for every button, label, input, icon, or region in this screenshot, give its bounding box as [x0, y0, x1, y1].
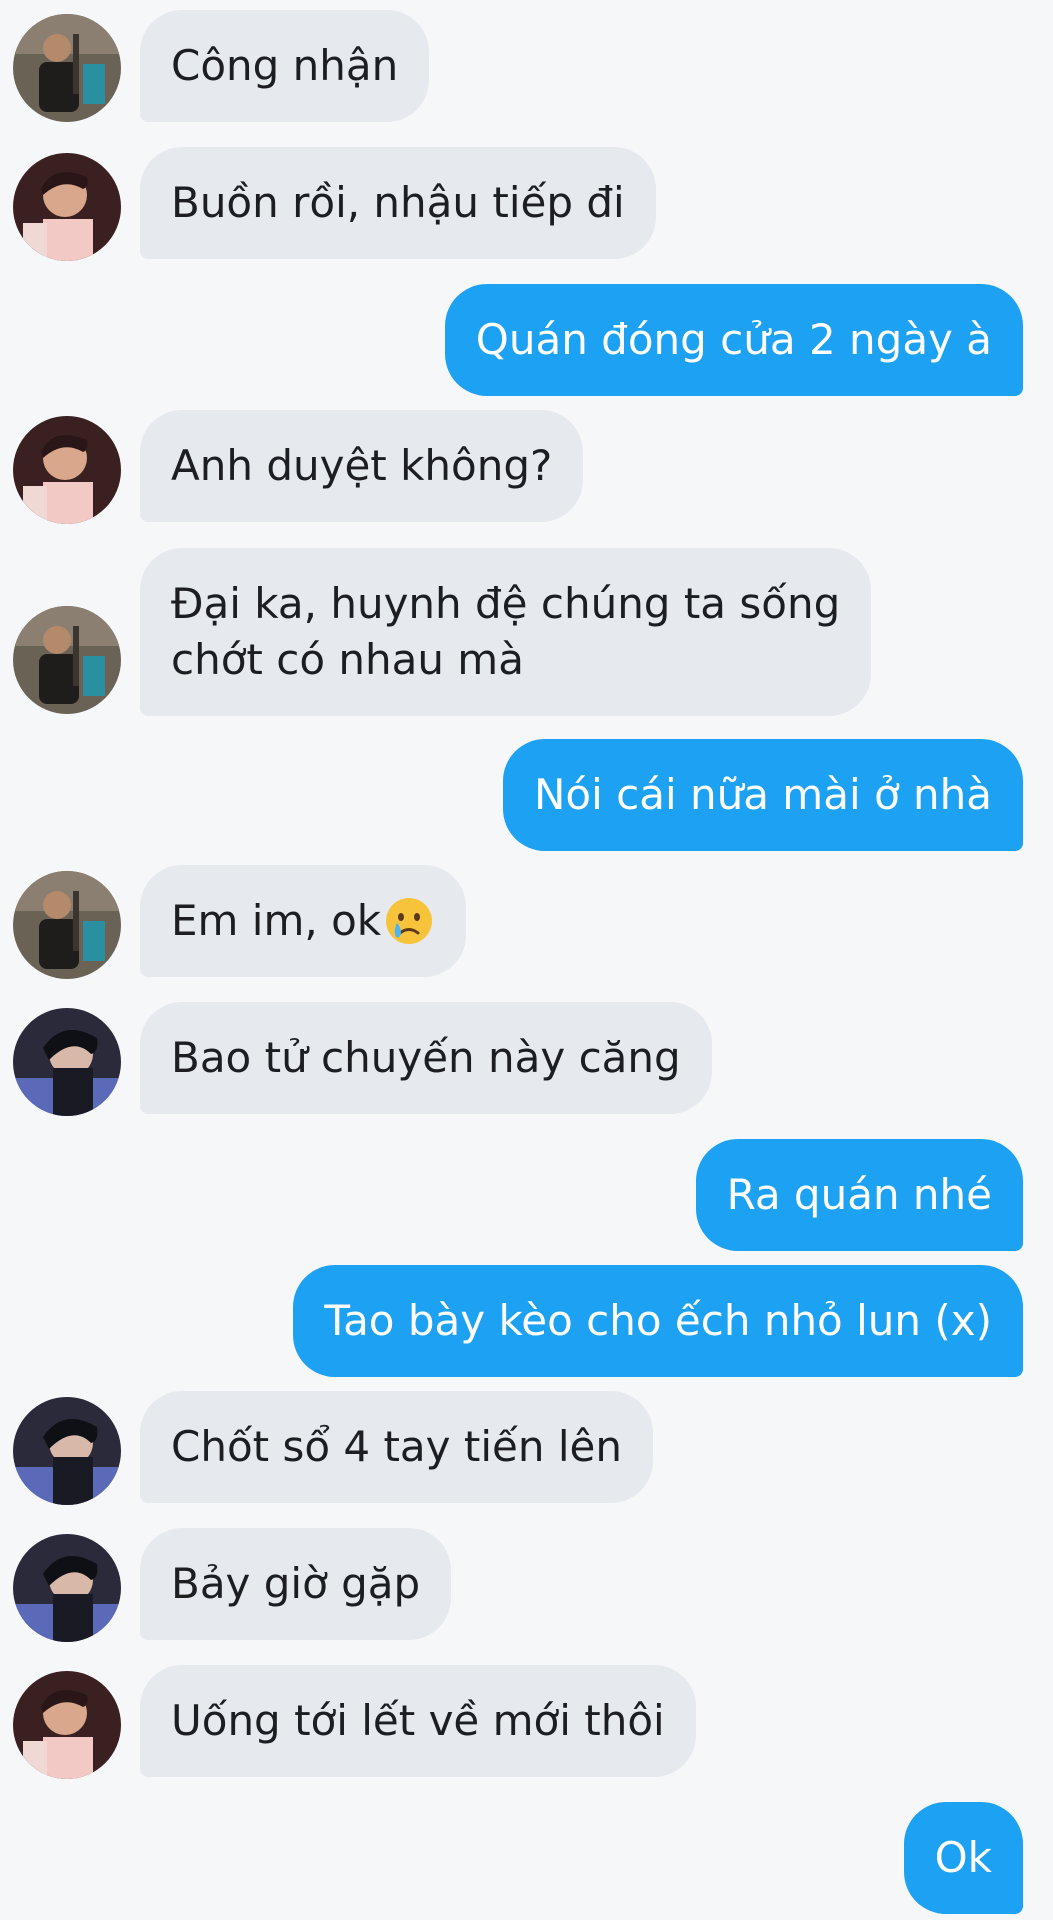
message-row: Buồn rồi, nhậu tiếp đi: [0, 147, 1053, 261]
incoming-message-bubble[interactable]: Bao tử chuyến này căng: [140, 1002, 712, 1114]
message-row: Anh duyệt không?: [0, 410, 1053, 524]
message-row: Ra quán nhé: [0, 1139, 1053, 1251]
message-row: Công nhận: [0, 10, 1053, 122]
message-line: chớt có nhau mà: [171, 635, 524, 684]
message-row: Đại ka, huynh đệ chúng ta sống chớt có n…: [0, 548, 1053, 716]
chat-thread: Công nhận Buồn rồi, nhậu tiếp đi Quán đó…: [0, 0, 1053, 1920]
person-b-avatar[interactable]: [13, 153, 121, 261]
incoming-message-bubble[interactable]: Đại ka, huynh đệ chúng ta sống chớt có n…: [140, 548, 872, 716]
message-line: Đại ka, huynh đệ chúng ta sống: [171, 579, 841, 628]
incoming-message-bubble[interactable]: Anh duyệt không?: [140, 410, 584, 522]
person-a-avatar[interactable]: [13, 14, 121, 122]
person-b-avatar[interactable]: [13, 1671, 121, 1779]
incoming-message-bubble[interactable]: Bảy giờ gặp: [140, 1528, 452, 1640]
incoming-message-bubble[interactable]: Chốt sổ 4 tay tiến lên: [140, 1391, 653, 1503]
message-text: Em im, ok: [171, 896, 382, 945]
person-a-avatar[interactable]: [13, 871, 121, 979]
outgoing-message-bubble[interactable]: Tao bày kèo cho ếch nhỏ lun (x): [293, 1265, 1023, 1377]
outgoing-message-bubble[interactable]: Ra quán nhé: [695, 1139, 1023, 1251]
message-row: Uống tới lết về mới thôi: [0, 1665, 1053, 1779]
incoming-message-bubble[interactable]: Buồn rồi, nhậu tiếp đi: [140, 147, 656, 259]
message-row: Bảy giờ gặp: [0, 1528, 1053, 1642]
person-c-avatar[interactable]: [13, 1397, 121, 1505]
crying-face-icon: [383, 895, 435, 947]
person-b-avatar[interactable]: [13, 416, 121, 524]
message-row: Nói cái nữa mài ở nhà: [0, 739, 1053, 851]
incoming-message-bubble[interactable]: Em im, ok: [140, 865, 467, 977]
incoming-message-bubble[interactable]: Công nhận: [140, 10, 430, 122]
message-row: Quán đóng cửa 2 ngày à: [0, 284, 1053, 396]
message-row: Ok: [0, 1802, 1053, 1914]
message-row: Em im, ok: [0, 865, 1053, 979]
message-row: Bao tử chuyến này căng: [0, 1002, 1053, 1116]
outgoing-message-bubble[interactable]: Ok: [903, 1802, 1023, 1914]
outgoing-message-bubble[interactable]: Quán đóng cửa 2 ngày à: [444, 284, 1023, 396]
outgoing-message-bubble[interactable]: Nói cái nữa mài ở nhà: [502, 739, 1023, 851]
person-a-avatar[interactable]: [13, 606, 121, 714]
message-row: Chốt sổ 4 tay tiến lên: [0, 1391, 1053, 1505]
person-c-avatar[interactable]: [13, 1008, 121, 1116]
incoming-message-bubble[interactable]: Uống tới lết về mới thôi: [140, 1665, 696, 1777]
person-c-avatar[interactable]: [13, 1534, 121, 1642]
message-row: Tao bày kèo cho ếch nhỏ lun (x): [0, 1265, 1053, 1377]
